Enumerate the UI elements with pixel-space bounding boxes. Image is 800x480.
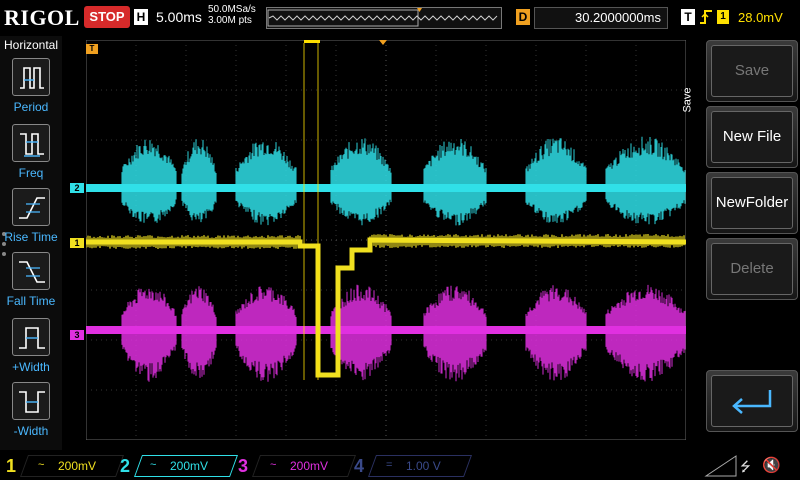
channel-2-status[interactable]: 2 ~ 200mV (120, 454, 239, 478)
delete-button[interactable]: Delete (706, 238, 798, 300)
new-file-button-label: New File (711, 111, 793, 163)
frequency-icon (12, 124, 50, 162)
memory-overview-waveform (267, 8, 498, 27)
return-arrow-icon (711, 375, 793, 427)
new-folder-button-label: NewFolder (711, 177, 793, 229)
trigger-icon: T (681, 9, 695, 25)
measure-fall-time-label: Fall Time (6, 294, 56, 308)
channel-1-scale: 200mV (58, 459, 97, 473)
save-button[interactable]: Save (706, 40, 798, 102)
channel-1-marker[interactable]: 1 (70, 238, 84, 248)
channel-3-status[interactable]: 3 ~ 200mV (238, 454, 357, 478)
channel-1-status[interactable]: 1 ~ 200mV (6, 454, 125, 478)
menu-section-tab: Save (682, 72, 705, 132)
trigger-level[interactable]: 28.0mV (738, 10, 783, 25)
timebase-value[interactable]: 5.00ms (156, 9, 202, 25)
speaker-muted-icon[interactable]: 🔇 (762, 456, 781, 474)
channel-3-scale: 200mV (290, 459, 329, 473)
measure-negative-width-label: -Width (13, 424, 49, 438)
trigger-position-marker[interactable] (304, 40, 320, 43)
measure-rise-time-label: Rise Time (4, 230, 58, 244)
memory-depth: 3.00M pts (208, 15, 252, 26)
acquisition-info: 50.0MSa/s 3.00M pts (208, 4, 256, 26)
new-folder-button[interactable]: NewFolder (706, 172, 798, 234)
channel-3-coupling: ~ (270, 459, 277, 471)
channel-1-number: 1 (6, 456, 17, 476)
sample-rate: 50.0MSa/s (208, 4, 256, 15)
period-icon (12, 58, 50, 96)
measure-period-label: Period (13, 100, 49, 114)
measure-rise-time[interactable]: Rise Time (0, 188, 62, 252)
brand-logo: RIGOL (4, 5, 80, 30)
measure-period[interactable]: Period (0, 58, 62, 122)
measure-negative-width[interactable]: -Width (0, 382, 62, 446)
delete-button-label: Delete (711, 243, 793, 295)
channel-4-number: 4 (354, 456, 365, 476)
horizontal-icon: H (134, 9, 148, 25)
positive-width-icon (12, 318, 50, 356)
trigger-marker-left[interactable]: T (86, 44, 98, 54)
save-button-label: Save (711, 45, 793, 97)
top-status-bar: RIGOL STOP H 5.00ms 50.0MSa/s 3.00M pts … (0, 0, 800, 36)
usb-icon: ⭍ (740, 459, 751, 474)
measure-fall-time[interactable]: Fall Time (0, 252, 62, 316)
measure-positive-width[interactable]: +Width (0, 318, 62, 382)
channel-2-coupling: ~ (150, 459, 157, 471)
channel-4-coupling: = (386, 459, 393, 471)
trigger-source: 1 (717, 10, 729, 24)
menu-section-label: Save (681, 87, 694, 113)
return-button[interactable] (706, 370, 798, 432)
new-file-button[interactable]: New File (706, 106, 798, 168)
channel-3-marker[interactable]: 3 (70, 330, 84, 340)
channel-4-scale: 1.00 V (406, 459, 441, 473)
menu-toggle-arrow-icon[interactable] (704, 454, 738, 478)
channel-3-number: 3 (238, 456, 249, 476)
delay-icon: D (516, 9, 530, 25)
measurement-sidebar: Horizontal Period Freq Rise Time Fall Ti… (0, 36, 62, 450)
measure-positive-width-label: +Width (12, 360, 50, 374)
negative-width-icon (12, 382, 50, 420)
fall-time-icon (12, 252, 50, 290)
horizontal-delay-value[interactable]: 30.2000000ms (534, 7, 668, 29)
rising-edge-icon (699, 8, 713, 30)
sidebar-title: Horizontal (3, 38, 59, 52)
rise-time-icon (12, 188, 50, 226)
channel-2-scale: 200mV (170, 459, 209, 473)
waveform-display[interactable] (86, 40, 686, 440)
memory-overview-strip (266, 7, 502, 29)
channel-4-status[interactable]: 4 = 1.00 V (354, 454, 473, 478)
save-menu: Save Save New File NewFolder Delete (682, 36, 800, 450)
channel-1-coupling: ~ (38, 459, 45, 471)
run-stop-indicator[interactable]: STOP (84, 6, 130, 28)
measure-frequency[interactable]: Freq (0, 124, 62, 188)
channel-2-number: 2 (120, 456, 131, 476)
channel-status-bar: 1 ~ 200mV 2 ~ 200mV 3 ~ 200mV 4 = 1.00 V… (0, 452, 800, 480)
channel-2-marker[interactable]: 2 (70, 183, 84, 193)
measure-frequency-label: Freq (18, 166, 44, 180)
